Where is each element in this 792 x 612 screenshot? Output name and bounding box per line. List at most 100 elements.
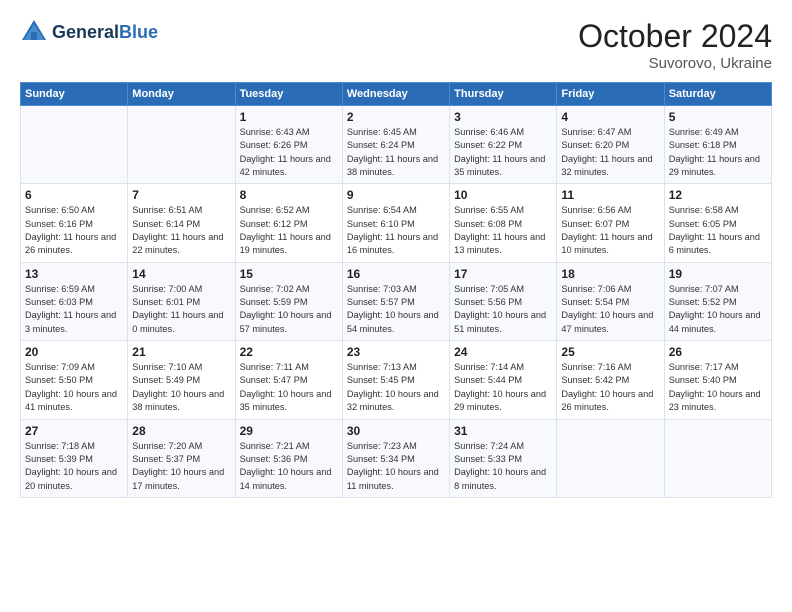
day-number: 8 — [240, 188, 338, 202]
day-number: 11 — [561, 188, 659, 202]
table-row: 30Sunrise: 7:23 AM Sunset: 5:34 PM Dayli… — [342, 419, 449, 497]
table-row: 14Sunrise: 7:00 AM Sunset: 6:01 PM Dayli… — [128, 262, 235, 340]
day-info: Sunrise: 6:56 AM Sunset: 6:07 PM Dayligh… — [561, 204, 659, 257]
table-row: 31 Sunrise: 7:24 AM Sunset: 5:33 PM Dayli… — [450, 419, 557, 497]
day-number: 13 — [25, 267, 123, 281]
table-row: 12 Sunrise: 6:58 AM Sunset: 6:05 PM Dayli… — [664, 184, 771, 262]
day-number: 2 — [347, 110, 445, 124]
table-row: 5 Sunrise: 6:49 AM Sunset: 6:18 PM Daylig… — [664, 106, 771, 184]
table-row: 4Sunrise: 6:47 AM Sunset: 6:20 PM Daylig… — [557, 106, 664, 184]
table-row: 26 Sunrise: 7:17 AM Sunset: 5:40 PM Dayli… — [664, 341, 771, 419]
table-row: 17 Sunrise: 7:05 AM Sunset: 5:56 PM Dayli… — [450, 262, 557, 340]
day-number: 23 — [347, 345, 445, 359]
table-row: 20 Sunrise: 7:09 AM Sunset: 5:50 PM Dayli… — [21, 341, 128, 419]
day-number: 6 — [25, 188, 123, 202]
day-info: Sunrise: 7:06 AM Sunset: 5:54 PM Dayligh… — [561, 283, 659, 336]
day-number: 12 — [669, 188, 767, 202]
day-info: Sunrise: 7:05 AM Sunset: 5:56 PM Dayligh… — [454, 283, 552, 336]
day-info: Sunrise: 6:45 AM Sunset: 6:24 PM Dayligh… — [347, 126, 445, 179]
table-row: 10 Sunrise: 6:55 AM Sunset: 6:08 PM Dayli… — [450, 184, 557, 262]
day-info: Sunrise: 7:03 AM Sunset: 5:57 PM Dayligh… — [347, 283, 445, 336]
table-row — [128, 106, 235, 184]
table-row: 23 Sunrise: 7:13 AM Sunset: 5:45 PM Dayli… — [342, 341, 449, 419]
day-info: Sunrise: 6:43 AM Sunset: 6:26 PM Dayligh… — [240, 126, 338, 179]
day-number: 26 — [669, 345, 767, 359]
day-number: 21 — [132, 345, 230, 359]
day-info: Sunrise: 7:11 AM Sunset: 5:47 PM Dayligh… — [240, 361, 338, 414]
table-row: 9Sunrise: 6:54 AM Sunset: 6:10 PM Daylig… — [342, 184, 449, 262]
col-tuesday: Tuesday — [235, 83, 342, 106]
table-row — [21, 106, 128, 184]
day-info: Sunrise: 6:59 AM Sunset: 6:03 PM Dayligh… — [25, 283, 123, 336]
day-number: 1 — [240, 110, 338, 124]
day-number: 16 — [347, 267, 445, 281]
day-number: 10 — [454, 188, 552, 202]
table-row: 7 Sunrise: 6:51 AM Sunset: 6:14 PM Daylig… — [128, 184, 235, 262]
calendar-table: Sunday Monday Tuesday Wednesday Thursday… — [20, 82, 772, 498]
table-row: 28 Sunrise: 7:20 AM Sunset: 5:37 PM Dayli… — [128, 419, 235, 497]
title-block: October 2024 Suvorovo, Ukraine — [578, 18, 772, 72]
header: GeneralBlue October 2024 Suvorovo, Ukrai… — [20, 18, 772, 72]
table-row: 15 Sunrise: 7:02 AM Sunset: 5:59 PM Dayli… — [235, 262, 342, 340]
day-info: Sunrise: 7:17 AM Sunset: 5:40 PM Dayligh… — [669, 361, 767, 414]
calendar-week-row: 6 Sunrise: 6:50 AM Sunset: 6:16 PM Daylig… — [21, 184, 772, 262]
location-subtitle: Suvorovo, Ukraine — [578, 55, 772, 72]
day-number: 5 — [669, 110, 767, 124]
day-info: Sunrise: 6:50 AM Sunset: 6:16 PM Dayligh… — [25, 204, 123, 257]
table-row: 13 Sunrise: 6:59 AM Sunset: 6:03 PM Dayli… — [21, 262, 128, 340]
col-sunday: Sunday — [21, 83, 128, 106]
day-number: 19 — [669, 267, 767, 281]
calendar-week-row: 1 Sunrise: 6:43 AM Sunset: 6:26 PM Daylig… — [21, 106, 772, 184]
day-info: Sunrise: 6:46 AM Sunset: 6:22 PM Dayligh… — [454, 126, 552, 179]
day-info: Sunrise: 7:20 AM Sunset: 5:37 PM Dayligh… — [132, 440, 230, 493]
table-row: 1 Sunrise: 6:43 AM Sunset: 6:26 PM Daylig… — [235, 106, 342, 184]
day-number: 29 — [240, 424, 338, 438]
table-row: 25 Sunrise: 7:16 AM Sunset: 5:42 PM Dayli… — [557, 341, 664, 419]
calendar-week-row: 13 Sunrise: 6:59 AM Sunset: 6:03 PM Dayli… — [21, 262, 772, 340]
day-number: 25 — [561, 345, 659, 359]
day-number: 9 — [347, 188, 445, 202]
day-info: Sunrise: 7:13 AM Sunset: 5:45 PM Dayligh… — [347, 361, 445, 414]
col-saturday: Saturday — [664, 83, 771, 106]
table-row — [557, 419, 664, 497]
day-number: 15 — [240, 267, 338, 281]
day-info: Sunrise: 7:02 AM Sunset: 5:59 PM Dayligh… — [240, 283, 338, 336]
day-number: 14 — [132, 267, 230, 281]
day-number: 20 — [25, 345, 123, 359]
day-info: Sunrise: 7:18 AM Sunset: 5:39 PM Dayligh… — [25, 440, 123, 493]
day-info: Sunrise: 6:58 AM Sunset: 6:05 PM Dayligh… — [669, 204, 767, 257]
day-number: 31 — [454, 424, 552, 438]
col-wednesday: Wednesday — [342, 83, 449, 106]
day-info: Sunrise: 7:07 AM Sunset: 5:52 PM Dayligh… — [669, 283, 767, 336]
table-row: 8Sunrise: 6:52 AM Sunset: 6:12 PM Daylig… — [235, 184, 342, 262]
day-number: 4 — [561, 110, 659, 124]
table-row: 29 Sunrise: 7:21 AM Sunset: 5:36 PM Dayli… — [235, 419, 342, 497]
day-info: Sunrise: 7:24 AM Sunset: 5:33 PM Dayligh… — [454, 440, 552, 493]
table-row: 18 Sunrise: 7:06 AM Sunset: 5:54 PM Dayli… — [557, 262, 664, 340]
day-info: Sunrise: 7:21 AM Sunset: 5:36 PM Dayligh… — [240, 440, 338, 493]
table-row: 11 Sunrise: 6:56 AM Sunset: 6:07 PM Dayli… — [557, 184, 664, 262]
day-info: Sunrise: 6:49 AM Sunset: 6:18 PM Dayligh… — [669, 126, 767, 179]
table-row: 27 Sunrise: 7:18 AM Sunset: 5:39 PM Dayli… — [21, 419, 128, 497]
day-number: 22 — [240, 345, 338, 359]
day-info: Sunrise: 6:55 AM Sunset: 6:08 PM Dayligh… — [454, 204, 552, 257]
day-number: 27 — [25, 424, 123, 438]
calendar-header-row: Sunday Monday Tuesday Wednesday Thursday… — [21, 83, 772, 106]
day-number: 28 — [132, 424, 230, 438]
day-number: 7 — [132, 188, 230, 202]
day-number: 18 — [561, 267, 659, 281]
day-number: 3 — [454, 110, 552, 124]
col-thursday: Thursday — [450, 83, 557, 106]
table-row: 24Sunrise: 7:14 AM Sunset: 5:44 PM Dayli… — [450, 341, 557, 419]
month-title: October 2024 — [578, 18, 772, 55]
table-row: 19 Sunrise: 7:07 AM Sunset: 5:52 PM Dayli… — [664, 262, 771, 340]
calendar-week-row: 20 Sunrise: 7:09 AM Sunset: 5:50 PM Dayli… — [21, 341, 772, 419]
table-row: 2 Sunrise: 6:45 AM Sunset: 6:24 PM Daylig… — [342, 106, 449, 184]
day-info: Sunrise: 7:09 AM Sunset: 5:50 PM Dayligh… — [25, 361, 123, 414]
table-row — [664, 419, 771, 497]
day-info: Sunrise: 7:16 AM Sunset: 5:42 PM Dayligh… — [561, 361, 659, 414]
table-row: 16 Sunrise: 7:03 AM Sunset: 5:57 PM Dayli… — [342, 262, 449, 340]
day-info: Sunrise: 6:51 AM Sunset: 6:14 PM Dayligh… — [132, 204, 230, 257]
day-number: 17 — [454, 267, 552, 281]
logo-icon — [20, 18, 48, 46]
